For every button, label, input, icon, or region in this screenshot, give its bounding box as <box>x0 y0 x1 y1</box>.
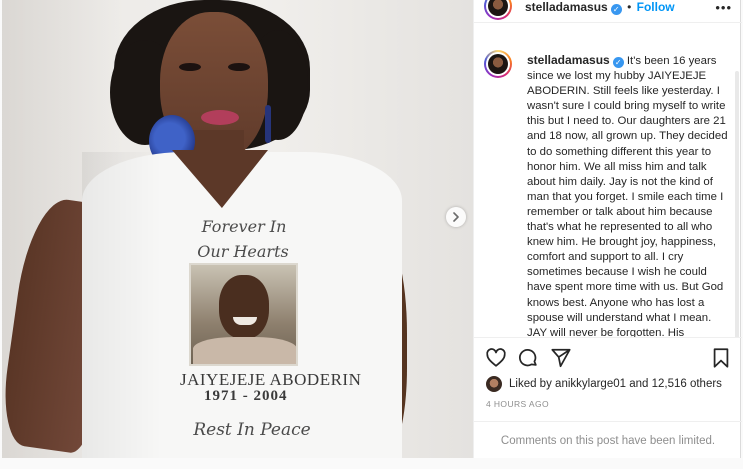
verified-badge-icon: ✓ <box>610 4 622 15</box>
shirt-text-bottom: Rest In Peace <box>193 420 311 440</box>
shirt-text-line2: Our Hearts <box>197 242 289 261</box>
paper-plane-icon[interactable] <box>550 347 572 369</box>
t-shirt-shade <box>82 152 162 458</box>
likes-user[interactable]: anikkylarge01 <box>555 378 626 390</box>
liker-avatar[interactable] <box>486 376 502 392</box>
comments-limited-notice: Comments on this post have been limited. <box>474 421 742 460</box>
caption-avatar[interactable] <box>484 50 512 78</box>
likes-summary: Liked by anikkylarge01 and 12,516 others <box>486 374 722 394</box>
header-avatar[interactable] <box>484 0 512 20</box>
likes-suffix[interactable]: and 12,516 others <box>629 378 722 390</box>
bookmark-icon[interactable] <box>710 347 732 369</box>
header-username[interactable]: stelladamasus <box>525 0 608 14</box>
caption-username[interactable]: stelladamasus <box>527 53 610 67</box>
caption-text: stelladamasus ✓ It's been 16 years since … <box>527 53 730 337</box>
avatar-border <box>486 0 510 18</box>
avatar-image <box>488 54 508 74</box>
instagram-post-view: Forever In Our Hearts JAIYEJEJE ABODERIN… <box>0 0 743 469</box>
earring-right <box>265 105 271 143</box>
post-timestamp[interactable]: 4 HOURS AGO <box>486 399 549 409</box>
post-side-panel: stelladamasus ✓ • Follow ••• stelladamasu… <box>473 0 742 459</box>
portrait-shoulders <box>193 337 296 364</box>
avatar-border <box>486 52 510 76</box>
post-actions: Liked by anikkylarge01 and 12,516 others… <box>474 337 742 459</box>
shirt-name: JAIYEJEJE ABODERIN <box>180 370 362 389</box>
caption-area[interactable]: stelladamasus ✓ It's been 16 years since … <box>474 35 742 337</box>
chevron-right-icon <box>453 212 459 222</box>
carousel-next-button[interactable] <box>446 207 466 227</box>
likes-prefix: Liked by <box>509 378 552 390</box>
memorial-portrait <box>189 263 298 366</box>
shirt-years: 1971 - 2004 <box>204 388 288 404</box>
caption-body: It's been 16 years since we lost my hubb… <box>527 55 728 337</box>
heart-icon[interactable] <box>485 347 507 369</box>
header-separator: • <box>627 0 632 14</box>
lips <box>201 110 239 125</box>
header-user-line: stelladamasus ✓ • Follow <box>525 0 675 15</box>
portrait-face <box>219 275 269 339</box>
left-eye <box>179 63 201 71</box>
caption-scrollbar[interactable] <box>735 71 739 337</box>
verified-badge-icon: ✓ <box>612 57 624 69</box>
shirt-text-line1: Forever In <box>201 217 287 236</box>
more-options-icon[interactable]: ••• <box>715 0 732 15</box>
comment-icon[interactable] <box>517 347 539 369</box>
right-eye <box>228 63 250 71</box>
post-header: stelladamasus ✓ • Follow ••• <box>474 0 742 23</box>
avatar-image <box>488 0 508 16</box>
post-photo[interactable]: Forever In Our Hearts JAIYEJEJE ABODERIN… <box>2 0 473 458</box>
follow-button[interactable]: Follow <box>637 0 675 14</box>
